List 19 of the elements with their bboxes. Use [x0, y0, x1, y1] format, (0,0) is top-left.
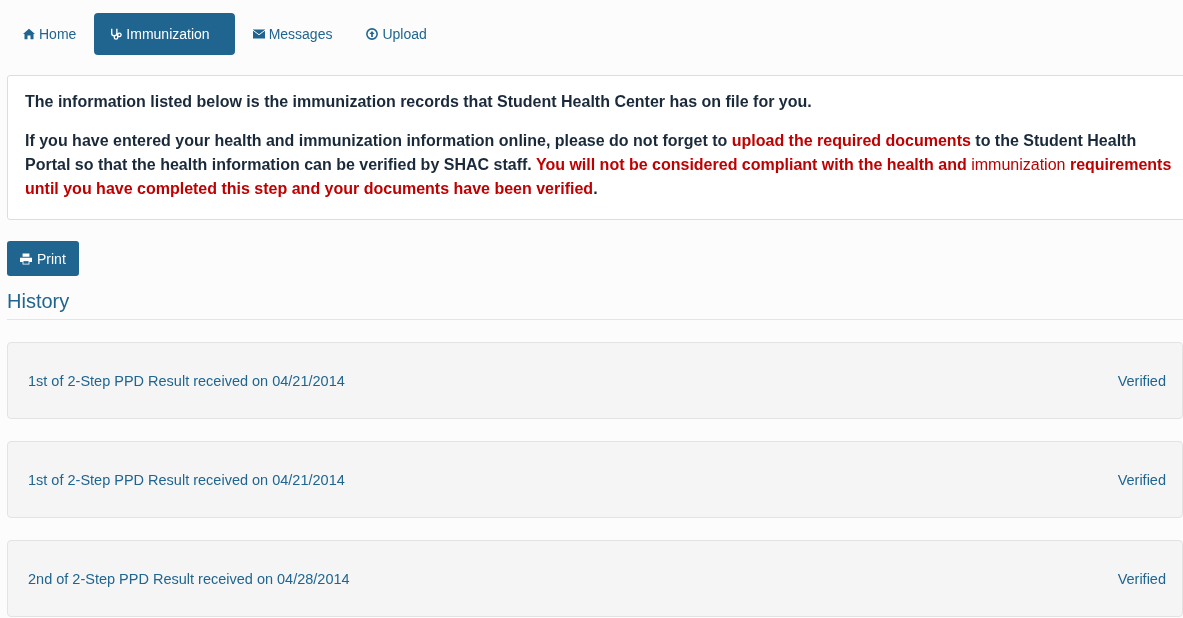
home-icon — [23, 28, 35, 40]
record-description: 2nd of 2-Step PPD Result received on 04/28/2014 — [28, 570, 350, 587]
print-button[interactable]: Print — [7, 241, 79, 276]
record-description: 1st of 2-Step PPD Result received on 04/21/2014 — [28, 372, 345, 389]
record-status: Verified — [1117, 372, 1166, 389]
nav-tab[interactable]: Upload — [350, 13, 443, 55]
notice-paragraph: If you have entered your health and immunization information online, please do not forget to upload the required documents to the Student Health Portal so that the health information can be verified by SHAC staff. You will not be considered compliant with the health and immunization requirements until you have completed this step and your documents have been verified. — [25, 131, 1173, 199]
stethoscope-icon — [110, 28, 123, 40]
nav-tab[interactable]: Immunization — [94, 13, 235, 55]
section-heading: History — [7, 290, 71, 313]
envelope-icon — [252, 28, 265, 40]
nav-tab[interactable]: Messages — [236, 13, 349, 55]
printer-icon — [20, 252, 32, 265]
upload-icon — [366, 28, 379, 40]
notice-intro: The information listed below is the immunization records that Student Health Center has on file for you. — [25, 93, 813, 111]
record-status: Verified — [1117, 471, 1166, 488]
record-status: Verified — [1117, 570, 1166, 587]
record-description: 1st of 2-Step PPD Result received on 04/21/2014 — [28, 471, 345, 488]
nav-tab[interactable]: Home — [7, 13, 93, 55]
